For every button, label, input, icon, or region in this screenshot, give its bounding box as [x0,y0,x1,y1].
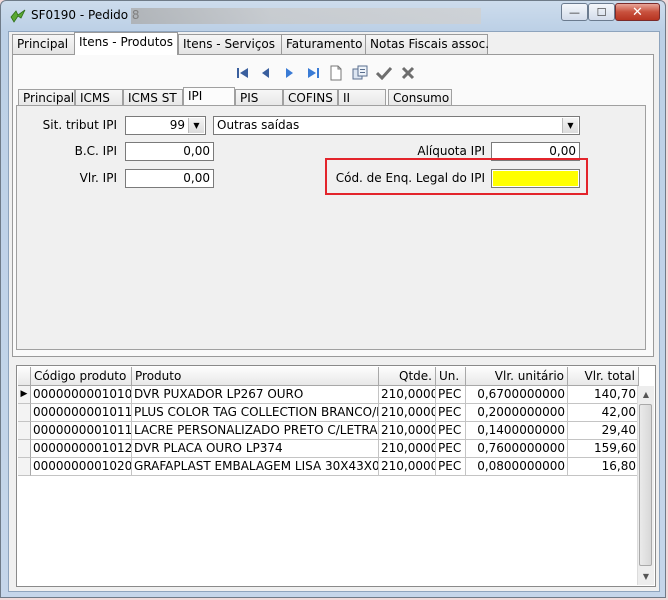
table-cell[interactable]: 42,00 [568,404,639,422]
application-window: SF0190 - Pedido 8 — ☐ ✕ Principal Itens … [0,0,666,598]
sit-tribut-label: Sit. tribut IPI [42,118,117,132]
col-header-codigo[interactable]: Código produto [31,367,132,386]
table-cell[interactable]: PEC [436,440,466,458]
window-title: SF0190 - Pedido 8 [31,8,140,22]
table-cell[interactable]: GRAFAPLAST EMBALAGEM LISA 30X43X0,0 [132,458,379,476]
previous-record-icon[interactable] [258,65,274,81]
col-header-un[interactable]: Un. [436,367,466,386]
bc-ipi-field[interactable]: 0,00 [125,142,214,161]
table-cell[interactable]: 210,0000 [379,386,436,404]
col-header-qtde[interactable]: Qtde. [379,367,436,386]
subtab-ipi[interactable]: IPI [183,87,235,107]
confirm-icon[interactable] [376,65,392,81]
aliquota-ipi-label: Alíquota IPI [417,144,485,158]
scroll-up-icon[interactable]: ▲ [638,386,654,403]
table-cell[interactable]: 0,6700000000 [466,386,568,404]
new-record-icon[interactable] [328,65,344,81]
table-cell[interactable]: 210,0000 [379,422,436,440]
table-cell[interactable]: 140,70 [568,386,639,404]
client-area: Principal Itens - Produtos Itens - Servi… [8,31,660,592]
table-cell[interactable]: PEC [436,404,466,422]
grid-corner [18,367,31,386]
scroll-thumb[interactable] [639,404,652,566]
row-indicator [18,422,31,440]
table-cell[interactable]: DVR PUXADOR LP267 OURO [132,386,379,404]
cod-enq-legal-field[interactable] [491,169,580,188]
table-cell[interactable]: DVR PLACA OURO LP374 [132,440,379,458]
first-record-icon[interactable] [235,65,251,81]
table-cell[interactable]: PEC [436,458,466,476]
table-cell[interactable]: 210,0000 [379,404,436,422]
table-cell[interactable]: 29,40 [568,422,639,440]
table-cell[interactable]: 00000000010122 [31,440,132,458]
table-cell[interactable]: LACRE PERSONALIZADO PRETO C/LETRA [132,422,379,440]
vlr-ipi-label: Vlr. IPI [79,171,117,185]
sit-tribut-code-select[interactable]: 99 ▼ [125,116,206,135]
title-bar[interactable]: SF0190 - Pedido 8 — ☐ ✕ [1,1,665,31]
table-cell[interactable]: PLUS COLOR TAG COLLECTION BRANCO/P [132,404,379,422]
scroll-down-icon[interactable]: ▼ [638,568,654,585]
table-cell[interactable]: 00000000010113 [31,422,132,440]
maximize-button[interactable]: ☐ [588,3,615,21]
row-indicator [18,404,31,422]
tab-notas-fiscais[interactable]: Notas Fiscais assoc. [365,34,489,54]
sit-tribut-code-value: 99 [169,118,185,132]
sit-tribut-desc-select[interactable]: Outras saídas ▼ [213,116,580,135]
cod-enq-legal-value [493,171,578,186]
cancel-icon[interactable] [400,65,416,81]
chevron-down-icon[interactable]: ▼ [562,118,578,133]
table-cell[interactable]: 0,1400000000 [466,422,568,440]
cod-enq-legal-label: Cód. de Enq. Legal do IPI [335,171,485,185]
vertical-scrollbar[interactable]: ▲ ▼ [637,386,654,585]
table-cell[interactable]: 00000000010113 [31,404,132,422]
tab-faturamento[interactable]: Faturamento [281,34,366,54]
table-cell[interactable]: 0,2000000000 [466,404,568,422]
bc-ipi-label: B.C. IPI [74,144,117,158]
copy-record-icon[interactable] [352,65,368,81]
app-logo-icon [10,9,26,23]
current-row-indicator-icon: ▶ [18,386,31,404]
sit-tribut-desc-value: Outras saídas [217,118,300,132]
table-cell[interactable]: 0,0800000000 [466,458,568,476]
table-cell[interactable]: 0,7600000000 [466,440,568,458]
last-record-icon[interactable] [305,65,321,81]
row-indicator [18,458,31,476]
table-cell[interactable]: PEC [436,386,466,404]
row-indicator [18,440,31,458]
next-record-icon[interactable] [281,65,297,81]
tab-itens-produtos[interactable]: Itens - Produtos [74,32,178,55]
close-button[interactable]: ✕ [615,3,660,21]
tab-principal[interactable]: Principal [12,34,75,54]
col-header-vlr-total[interactable]: Vlr. total [568,367,639,386]
table-cell[interactable]: 159,60 [568,440,639,458]
table-cell[interactable]: 16,80 [568,458,639,476]
minimize-button[interactable]: — [561,3,588,21]
products-grid[interactable]: Código produto Produto Qtde. Un. Vlr. un… [16,365,656,587]
table-cell[interactable]: 00000000010108 [31,386,132,404]
table-cell[interactable]: 00000000010201 [31,458,132,476]
table-cell[interactable]: PEC [436,422,466,440]
vlr-ipi-field[interactable]: 0,00 [125,169,214,188]
redacted-title-region [131,8,481,24]
table-cell[interactable]: 210,0000 [379,440,436,458]
col-header-produto[interactable]: Produto [132,367,379,386]
chevron-down-icon[interactable]: ▼ [188,118,204,133]
tab-itens-servicos[interactable]: Itens - Serviços [178,34,282,54]
table-cell[interactable]: 210,0000 [379,458,436,476]
col-header-vlr-unitario[interactable]: Vlr. unitário [466,367,568,386]
